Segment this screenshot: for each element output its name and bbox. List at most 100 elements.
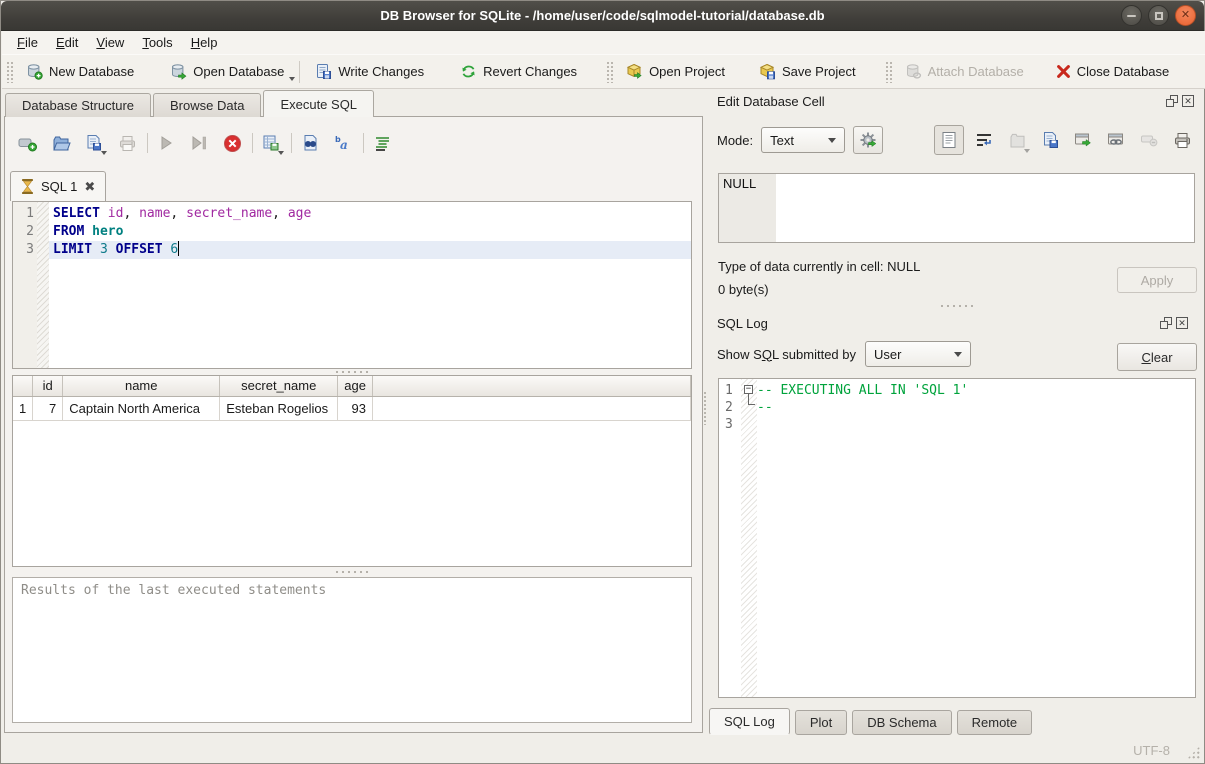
save-data-button[interactable] bbox=[1037, 127, 1063, 153]
maximize-button[interactable] bbox=[1148, 5, 1169, 26]
text-mode-button[interactable] bbox=[934, 125, 964, 155]
gear-apply-icon bbox=[859, 131, 877, 149]
sql-log-view[interactable]: 123 − -- EXECUTING ALL IN 'SQL 1'-- bbox=[718, 378, 1196, 698]
execute-all-button bbox=[153, 131, 179, 155]
toolbar-grip[interactable] bbox=[606, 61, 613, 83]
close-dock-icon[interactable]: ✕ bbox=[1182, 95, 1194, 107]
print-icon bbox=[118, 135, 137, 152]
fold-collapse-icon[interactable]: − bbox=[744, 385, 753, 394]
open-project-button[interactable]: Open Project bbox=[617, 58, 734, 85]
sql-editor[interactable]: 123 SELECT id, name, secret_name, ageFRO… bbox=[12, 201, 692, 369]
column-header-id[interactable]: id bbox=[33, 376, 63, 396]
auto-complete-button[interactable]: ba bbox=[330, 131, 356, 155]
float-dock-icon[interactable] bbox=[1166, 95, 1178, 107]
title-bar[interactable]: DB Browser for SQLite - /home/user/code/… bbox=[1, 1, 1204, 31]
find-replace-button[interactable] bbox=[297, 131, 323, 155]
sql-file-tab[interactable]: SQL 1 ✖ bbox=[10, 171, 106, 201]
table-cell[interactable]: 7 bbox=[33, 396, 63, 420]
grid-message-splitter[interactable] bbox=[12, 569, 692, 575]
clear-log-button[interactable]: Clear bbox=[1117, 343, 1197, 371]
log-fold-margin[interactable]: − bbox=[741, 379, 757, 697]
tab-database-structure[interactable]: Database Structure bbox=[5, 93, 151, 117]
write-changes-icon bbox=[315, 63, 332, 80]
code-line[interactable]: FROM hero bbox=[49, 223, 691, 241]
tab-execute-sql[interactable]: Execute SQL bbox=[263, 90, 374, 117]
mode-combobox[interactable]: Text bbox=[761, 127, 845, 153]
revert-changes-button[interactable]: Revert Changes bbox=[451, 58, 586, 85]
save-sql-file-button[interactable] bbox=[81, 131, 107, 155]
print-icon bbox=[1173, 132, 1192, 149]
dock-resize-grip[interactable] bbox=[703, 391, 707, 425]
auto-switch-mode-button[interactable] bbox=[853, 126, 883, 154]
menu-help[interactable]: Help bbox=[182, 33, 227, 52]
column-header bbox=[13, 376, 33, 396]
tab-db-schema[interactable]: DB Schema bbox=[852, 710, 951, 735]
dock-splitter[interactable] bbox=[718, 303, 1196, 309]
tab-plot[interactable]: Plot bbox=[795, 710, 847, 735]
open-sql-file-button[interactable] bbox=[48, 131, 74, 155]
code-line[interactable]: LIMIT 3 OFFSET 6 bbox=[49, 241, 691, 259]
write-changes-button[interactable]: Write Changes bbox=[306, 58, 433, 85]
tab-sql-log[interactable]: SQL Log bbox=[709, 708, 790, 735]
log-filter-combobox[interactable]: User bbox=[865, 341, 971, 367]
cell-content-editor[interactable]: NULL bbox=[718, 173, 1195, 243]
copy-link-button[interactable] bbox=[1103, 127, 1129, 153]
print-button[interactable] bbox=[114, 131, 140, 155]
save-sql-dropdown-icon[interactable] bbox=[101, 151, 107, 155]
close-button[interactable]: ✕ bbox=[1175, 5, 1196, 26]
word-wrap-button[interactable] bbox=[971, 127, 997, 153]
export-results-dropdown-icon[interactable] bbox=[278, 151, 284, 155]
open-new-tab-button[interactable] bbox=[15, 131, 41, 155]
line-number: 3 bbox=[725, 416, 741, 433]
log-line bbox=[757, 416, 1195, 433]
close-database-button[interactable]: Close Database bbox=[1047, 59, 1179, 84]
menu-tools[interactable]: Tools bbox=[133, 33, 181, 52]
edit-cell-title: Edit Database Cell bbox=[717, 94, 1162, 109]
sql-editor-code[interactable]: SELECT id, name, secret_name, ageFROM he… bbox=[49, 202, 691, 368]
open-database-icon bbox=[170, 63, 187, 80]
set-null-icon bbox=[1140, 133, 1158, 147]
menu-file[interactable]: File bbox=[8, 33, 47, 52]
open-database-dropdown-icon[interactable] bbox=[289, 77, 295, 81]
open-database-button[interactable]: Open Database bbox=[161, 58, 293, 85]
export-results-icon bbox=[262, 134, 281, 152]
cell-type-info: Type of data currently in cell: NULL bbox=[718, 259, 920, 274]
results-message-pane[interactable]: Results of the last executed statements bbox=[12, 577, 692, 723]
toolbar-grip[interactable] bbox=[6, 61, 13, 83]
format-sql-button[interactable] bbox=[369, 131, 395, 155]
toolbar-grip[interactable] bbox=[885, 61, 892, 83]
table-cell-filler bbox=[372, 396, 690, 420]
new-database-button[interactable]: New Database bbox=[17, 58, 143, 85]
import-data-button bbox=[1004, 127, 1030, 153]
editor-fold-margin bbox=[37, 202, 49, 368]
stop-button[interactable] bbox=[219, 131, 245, 155]
table-cell[interactable]: Captain North America bbox=[63, 396, 220, 420]
minimize-button[interactable] bbox=[1121, 5, 1142, 26]
save-file-icon bbox=[1042, 131, 1059, 149]
code-line[interactable]: SELECT id, name, secret_name, age bbox=[49, 205, 691, 223]
table-cell[interactable]: 93 bbox=[338, 396, 373, 420]
column-header-age[interactable]: age bbox=[338, 376, 373, 396]
tab-remote[interactable]: Remote bbox=[957, 710, 1033, 735]
close-tab-icon[interactable]: ✖ bbox=[84, 179, 95, 195]
open-external-button[interactable] bbox=[1070, 127, 1096, 153]
results-grid[interactable]: idnamesecret_nameage17Captain North Amer… bbox=[12, 375, 692, 567]
float-dock-icon[interactable] bbox=[1160, 317, 1172, 329]
export-results-button[interactable] bbox=[258, 131, 284, 155]
save-project-button[interactable]: Save Project bbox=[750, 58, 865, 85]
print-cell-button[interactable] bbox=[1169, 127, 1195, 153]
close-icon: ✕ bbox=[1181, 10, 1190, 21]
tab-browse-data[interactable]: Browse Data bbox=[153, 93, 261, 117]
log-filter-label: Show SQL submitted by bbox=[717, 347, 856, 362]
table-cell[interactable]: Esteban Rogelios bbox=[220, 396, 338, 420]
find-replace-icon bbox=[301, 134, 319, 152]
import-file-icon bbox=[1009, 132, 1026, 149]
table-row: 17Captain North AmericaEsteban Rogelios9… bbox=[13, 396, 691, 420]
column-header-name[interactable]: name bbox=[63, 376, 220, 396]
execute-all-icon bbox=[158, 135, 174, 151]
column-header-secret_name[interactable]: secret_name bbox=[220, 376, 338, 396]
row-number[interactable]: 1 bbox=[13, 396, 33, 420]
menu-edit[interactable]: Edit bbox=[47, 33, 87, 52]
close-dock-icon[interactable]: ✕ bbox=[1176, 317, 1188, 329]
menu-view[interactable]: View bbox=[87, 33, 133, 52]
